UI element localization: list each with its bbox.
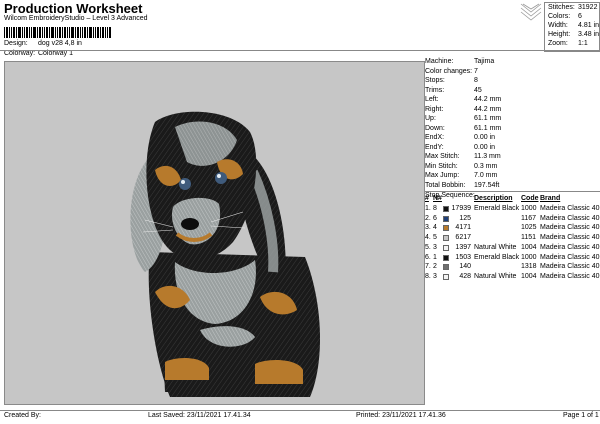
needle-number: 4 [433, 224, 437, 232]
stitch-count: 1503 [455, 253, 471, 261]
stitch-count: 1397 [455, 243, 471, 251]
thread-brand: Madeira Classic 40 [540, 263, 600, 271]
thread-brand: Madeira Classic 40 [540, 272, 600, 280]
stop-sequence-row: 3. 4 4171 1025 Madeira Classic 40 [425, 224, 600, 234]
needle-number: 1 [433, 253, 437, 261]
thread-code: 1004 [521, 243, 537, 251]
stop-number: 8. [425, 272, 431, 280]
design-label: Design: [4, 40, 28, 47]
thread-brand: Madeira Classic 40 [540, 214, 600, 222]
design-row: Design: dog v28 4,8 in [4, 40, 82, 47]
stop-number: 1. [425, 205, 431, 212]
software-subtitle: Wilcom EmbroideryStudio – Level 3 Advanc… [4, 15, 148, 22]
thread-color-swatch [443, 225, 449, 232]
thread-code: 1151 [521, 234, 537, 242]
thread-color-swatch [443, 273, 449, 280]
info-total-bobbin: Total Bobbin: 197.54ft [425, 181, 500, 189]
info-trims: Trims: 45 [425, 86, 482, 94]
header-divider [0, 50, 600, 51]
info-left: Left: 44.2 mm [425, 96, 502, 103]
barcode [4, 27, 111, 38]
needle-number: 3 [433, 272, 437, 280]
info-machine: Machine: Tajima [425, 58, 495, 65]
stitch-count: 140 [459, 263, 471, 271]
stat-zoom: Zoom: 1:1 [548, 40, 588, 47]
stop-sequence-row: 2. 6 125 1167 Madeira Classic 40 [425, 215, 600, 225]
thread-brand: Madeira Classic 40 [540, 224, 600, 232]
stop-number: 3. [425, 224, 431, 232]
thread-color-swatch [443, 244, 449, 251]
stop-sequence-row: 6. 1 1503 Emerald Black 1000 Madeira Classic … [425, 254, 600, 264]
needle-number: 2 [433, 263, 437, 271]
stitch-count: 4171 [455, 224, 471, 232]
thread-description: Natural White [474, 272, 517, 280]
info-min-stitch: Min Stitch: 0.3 mm [425, 162, 498, 170]
stop-number: 7. [425, 263, 431, 271]
needle-number: 5 [433, 234, 437, 242]
footer-divider [0, 410, 600, 411]
stat-colors: Colors: 6 [548, 13, 582, 20]
info-endy: EndY: 0.00 in [425, 143, 496, 151]
stat-height: Height: 3.48 in [548, 31, 600, 38]
summary-stats-box: Stitches: 31922 Colors: 6 Width: 4.81 in He… [544, 2, 600, 52]
thread-code: 1000 [521, 205, 537, 212]
thread-code: 1000 [521, 253, 537, 261]
stitch-count: 6217 [455, 234, 471, 242]
needle-number: 8 [433, 205, 437, 212]
design-value: dog v28 4,8 in [37, 40, 82, 47]
stop-sequence-row: 8. 3 428 Natural White 1004 Madeira Classic 4… [425, 273, 600, 283]
thread-brand: Madeira Classic 40 [540, 253, 600, 261]
thread-code: 1025 [521, 224, 537, 232]
thread-color-swatch [443, 215, 449, 222]
thread-brand: Madeira Classic 40 [540, 205, 600, 212]
thread-color-swatch [443, 264, 449, 271]
footer-printed: Printed: 23/11/2021 17.41.36 [356, 412, 446, 419]
thread-color-swatch [443, 254, 449, 261]
footer-created-by: Created By: [4, 412, 41, 419]
stat-stitches: Stitches: 31922 [548, 4, 598, 11]
thread-description: Emerald Black [474, 253, 520, 261]
info-up: Up: 61.1 mm [425, 115, 502, 122]
thread-color-swatch [443, 235, 449, 242]
puppy-embroidery-image [130, 111, 321, 397]
colorway-row: Colorway: Colorway 1 [4, 50, 73, 57]
stop-sequence-row: 1. 8 17939 Emerald Black 1000 Madeira Classic… [425, 205, 600, 215]
wilcom-logo-icon [520, 3, 542, 21]
stop-number: 6. [425, 253, 431, 261]
thread-code: 1318 [521, 263, 537, 271]
info-endx: EndX: 0.00 in [425, 134, 496, 141]
thread-brand: Madeira Classic 40 [540, 234, 600, 242]
info-right: Right: 44.2 mm [425, 105, 502, 113]
stitch-count: 125 [459, 214, 471, 222]
thread-code: 1167 [521, 214, 537, 222]
stop-number: 4. [425, 234, 431, 242]
colorway-value: Colorway 1 [37, 50, 73, 57]
stop-number: 2. [425, 214, 431, 222]
stop-sequence-row: 4. 5 6217 1151 Madeira Classic 40 [425, 234, 600, 244]
design-preview [4, 61, 425, 405]
thread-description: Natural White [474, 243, 517, 251]
stop-sequence-row: 5. 3 1397 Natural White 1004 Madeira Classic … [425, 244, 600, 254]
stat-width: Width: 4.81 in [548, 22, 600, 29]
stitch-count: 428 [459, 272, 471, 280]
info-down: Down: 61.1 mm [425, 124, 502, 132]
stop-sequence-header: # N# Description Code Brand [425, 195, 561, 202]
info-max-stitch: Max Stitch: 11.3 mm [425, 153, 501, 160]
needle-number: 3 [433, 243, 437, 251]
info-color-changes: Color changes: 7 [425, 67, 478, 75]
stop-sequence-row: 7. 2 140 1318 Madeira Classic 40 [425, 263, 600, 273]
thread-code: 1004 [521, 272, 537, 280]
footer-last-saved: Last Saved: 23/11/2021 17.41.34 [148, 412, 251, 419]
colorway-label: Colorway: [4, 50, 36, 57]
footer-page-number: Page 1 of 1 [563, 412, 599, 419]
stitch-count: 17939 [451, 205, 471, 212]
thread-color-swatch [443, 206, 449, 212]
thread-description: Emerald Black [474, 205, 520, 212]
info-max-jump: Max Jump: 7.0 mm [425, 172, 498, 179]
info-stops: Stops: 8 [425, 77, 478, 84]
page-title: Production Worksheet [4, 1, 143, 16]
thread-brand: Madeira Classic 40 [540, 243, 600, 251]
stop-number: 5. [425, 243, 431, 251]
needle-number: 6 [433, 214, 437, 222]
